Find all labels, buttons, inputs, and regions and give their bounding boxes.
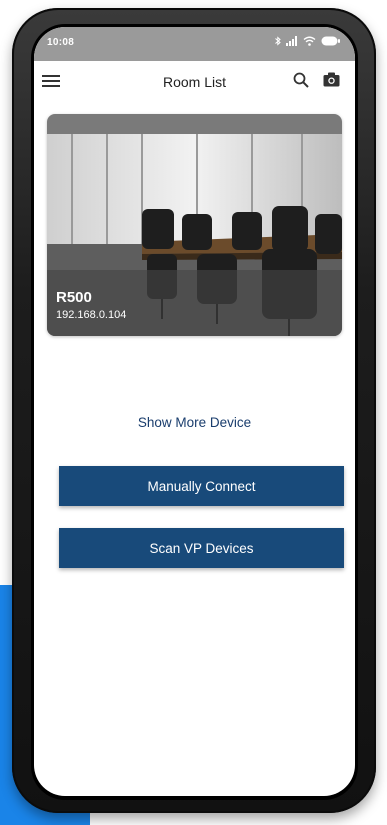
phone-screen: 10:08 Room List R500 192.168.0.104 Show … [34, 27, 355, 796]
search-button[interactable] [289, 70, 313, 94]
camera-icon [323, 72, 340, 92]
phone-bezel: 10:08 Room List R500 192.168.0.104 Show … [31, 24, 358, 800]
battery-icon [321, 36, 341, 46]
camera-button[interactable] [319, 70, 343, 94]
search-icon [293, 72, 309, 93]
room-ip-address: 192.168.0.104 [56, 309, 127, 321]
room-name: R500 [56, 289, 92, 306]
room-card[interactable]: R500 192.168.0.104 [47, 114, 342, 336]
app-header: Room List [34, 61, 355, 105]
show-more-device-link[interactable]: Show More Device [34, 415, 355, 430]
status-time: 10:08 [47, 37, 75, 48]
phone-frame: 10:08 Room List R500 192.168.0.104 Show … [12, 8, 376, 813]
scan-vp-devices-button[interactable]: Scan VP Devices [59, 528, 344, 568]
signal-icon [286, 36, 298, 46]
bluetooth-icon [275, 36, 281, 46]
status-bar: 10:08 [34, 27, 355, 61]
status-icons [275, 36, 341, 46]
wifi-icon [303, 36, 316, 46]
manually-connect-button[interactable]: Manually Connect [59, 466, 344, 506]
